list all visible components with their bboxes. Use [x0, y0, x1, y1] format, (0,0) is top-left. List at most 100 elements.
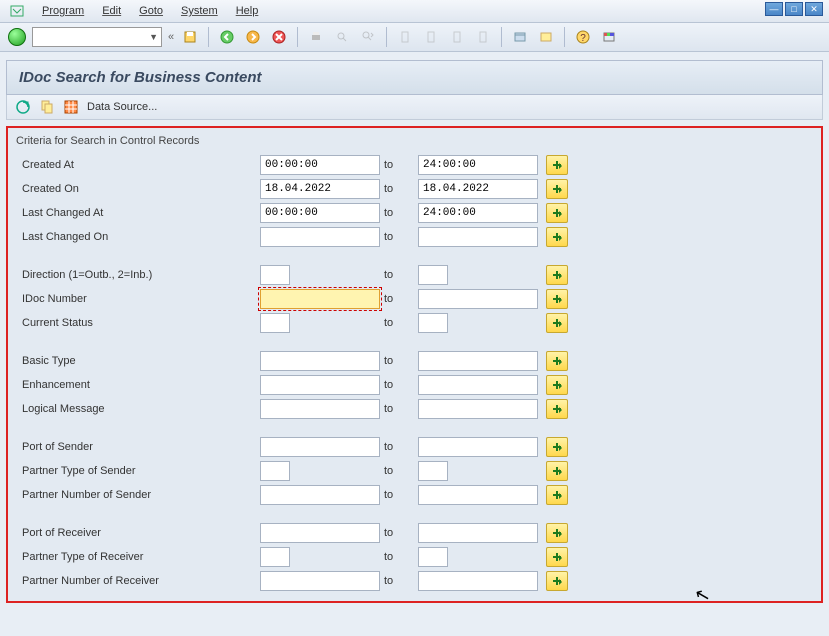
from-input[interactable]: [260, 351, 380, 371]
multiple-selection-button[interactable]: [546, 461, 568, 481]
multiple-selection-button[interactable]: [546, 203, 568, 223]
multiple-selection-button[interactable]: [546, 485, 568, 505]
new-session-icon[interactable]: [510, 27, 530, 47]
menu-system[interactable]: System: [181, 5, 218, 17]
to-input[interactable]: [418, 461, 448, 481]
execute-icon[interactable]: [15, 99, 31, 115]
to-label: to: [384, 441, 414, 453]
copy-icon[interactable]: [39, 99, 55, 115]
field-label: Enhancement: [16, 379, 256, 391]
to-input[interactable]: [418, 313, 448, 333]
application-toolbar: Data Source...: [6, 95, 823, 120]
window-controls: — □ ✕: [765, 2, 823, 16]
to-input[interactable]: [418, 265, 448, 285]
criteria-row: Logical Messageto: [16, 397, 813, 421]
to-input[interactable]: [418, 179, 538, 199]
from-input[interactable]: [260, 375, 380, 395]
from-input[interactable]: [260, 437, 380, 457]
field-label: Partner Type of Sender: [16, 465, 256, 477]
menu-program[interactable]: Program: [42, 5, 84, 17]
save-icon[interactable]: [180, 27, 200, 47]
command-field[interactable]: ▼: [32, 27, 162, 47]
next-page-icon[interactable]: [447, 27, 467, 47]
multiple-selection-button[interactable]: [546, 227, 568, 247]
to-input[interactable]: [418, 289, 538, 309]
from-input[interactable]: [260, 265, 290, 285]
from-input[interactable]: [260, 485, 380, 505]
toolbar-separator: [501, 27, 502, 47]
back-chevrons[interactable]: «: [168, 31, 174, 43]
to-input[interactable]: [418, 485, 538, 505]
multiple-selection-button[interactable]: [546, 289, 568, 309]
to-label: to: [384, 575, 414, 587]
menu-edit[interactable]: Edit: [102, 5, 121, 17]
dropdown-icon: ▼: [149, 32, 158, 42]
from-input[interactable]: [260, 547, 290, 567]
shortcut-icon[interactable]: [536, 27, 556, 47]
multiple-selection-button[interactable]: [546, 547, 568, 567]
multiple-selection-button[interactable]: [546, 399, 568, 419]
from-input[interactable]: [260, 155, 380, 175]
menu-help[interactable]: Help: [236, 5, 259, 17]
from-input[interactable]: [260, 203, 380, 223]
from-input[interactable]: [260, 289, 380, 309]
multiple-selection-button[interactable]: [546, 265, 568, 285]
criteria-row: Partner Type of Senderto: [16, 459, 813, 483]
grid-icon[interactable]: [63, 99, 79, 115]
to-label: to: [384, 269, 414, 281]
criteria-row: IDoc Numberto: [16, 287, 813, 311]
multiple-selection-button[interactable]: [546, 351, 568, 371]
to-input[interactable]: [418, 227, 538, 247]
minimize-button[interactable]: —: [765, 2, 783, 16]
to-label: to: [384, 293, 414, 305]
to-input[interactable]: [418, 155, 538, 175]
datasource-button[interactable]: Data Source...: [87, 101, 157, 113]
to-input[interactable]: [418, 399, 538, 419]
from-input[interactable]: [260, 313, 290, 333]
first-page-icon[interactable]: [395, 27, 415, 47]
to-input[interactable]: [418, 547, 448, 567]
field-label: Last Changed On: [16, 231, 256, 243]
find-icon[interactable]: [332, 27, 352, 47]
field-label: Current Status: [16, 317, 256, 329]
print-icon[interactable]: [306, 27, 326, 47]
multiple-selection-button[interactable]: [546, 571, 568, 591]
from-input[interactable]: [260, 227, 380, 247]
multiple-selection-button[interactable]: [546, 437, 568, 457]
menu-dropdown-icon[interactable]: [10, 4, 24, 18]
last-page-icon[interactable]: [473, 27, 493, 47]
help-icon[interactable]: ?: [573, 27, 593, 47]
field-label: Port of Receiver: [16, 527, 256, 539]
to-label: to: [384, 207, 414, 219]
to-input[interactable]: [418, 571, 538, 591]
layout-icon[interactable]: [599, 27, 619, 47]
from-input[interactable]: [260, 523, 380, 543]
enter-button[interactable]: [8, 28, 26, 46]
find-next-icon[interactable]: [358, 27, 378, 47]
to-label: to: [384, 355, 414, 367]
to-label: to: [384, 159, 414, 171]
field-label: Partner Number of Receiver: [16, 575, 256, 587]
to-input[interactable]: [418, 203, 538, 223]
from-input[interactable]: [260, 571, 380, 591]
back-icon[interactable]: [217, 27, 237, 47]
to-input[interactable]: [418, 437, 538, 457]
from-input[interactable]: [260, 399, 380, 419]
to-input[interactable]: [418, 523, 538, 543]
multiple-selection-button[interactable]: [546, 155, 568, 175]
maximize-button[interactable]: □: [785, 2, 803, 16]
menu-goto[interactable]: Goto: [139, 5, 163, 17]
cancel-icon[interactable]: [269, 27, 289, 47]
multiple-selection-button[interactable]: [546, 313, 568, 333]
from-input[interactable]: [260, 179, 380, 199]
exit-icon[interactable]: [243, 27, 263, 47]
close-button[interactable]: ✕: [805, 2, 823, 16]
to-input[interactable]: [418, 351, 538, 371]
multiple-selection-button[interactable]: [546, 179, 568, 199]
to-label: to: [384, 551, 414, 563]
multiple-selection-button[interactable]: [546, 375, 568, 395]
multiple-selection-button[interactable]: [546, 523, 568, 543]
from-input[interactable]: [260, 461, 290, 481]
to-input[interactable]: [418, 375, 538, 395]
prev-page-icon[interactable]: [421, 27, 441, 47]
